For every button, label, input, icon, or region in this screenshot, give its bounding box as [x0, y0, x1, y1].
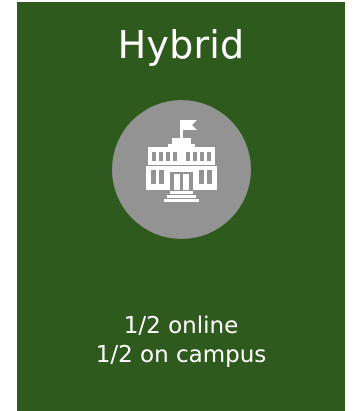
- card-description: 1/2 online 1/2 on campus: [17, 312, 345, 370]
- school-building-icon: [112, 100, 251, 239]
- description-line-online: 1/2 online: [123, 313, 239, 339]
- card-title: Hybrid: [117, 23, 245, 67]
- hybrid-option-card[interactable]: Hybrid 1/2 online 1/2 on campus: [17, 2, 345, 411]
- description-line-campus: 1/2 on campus: [95, 342, 267, 368]
